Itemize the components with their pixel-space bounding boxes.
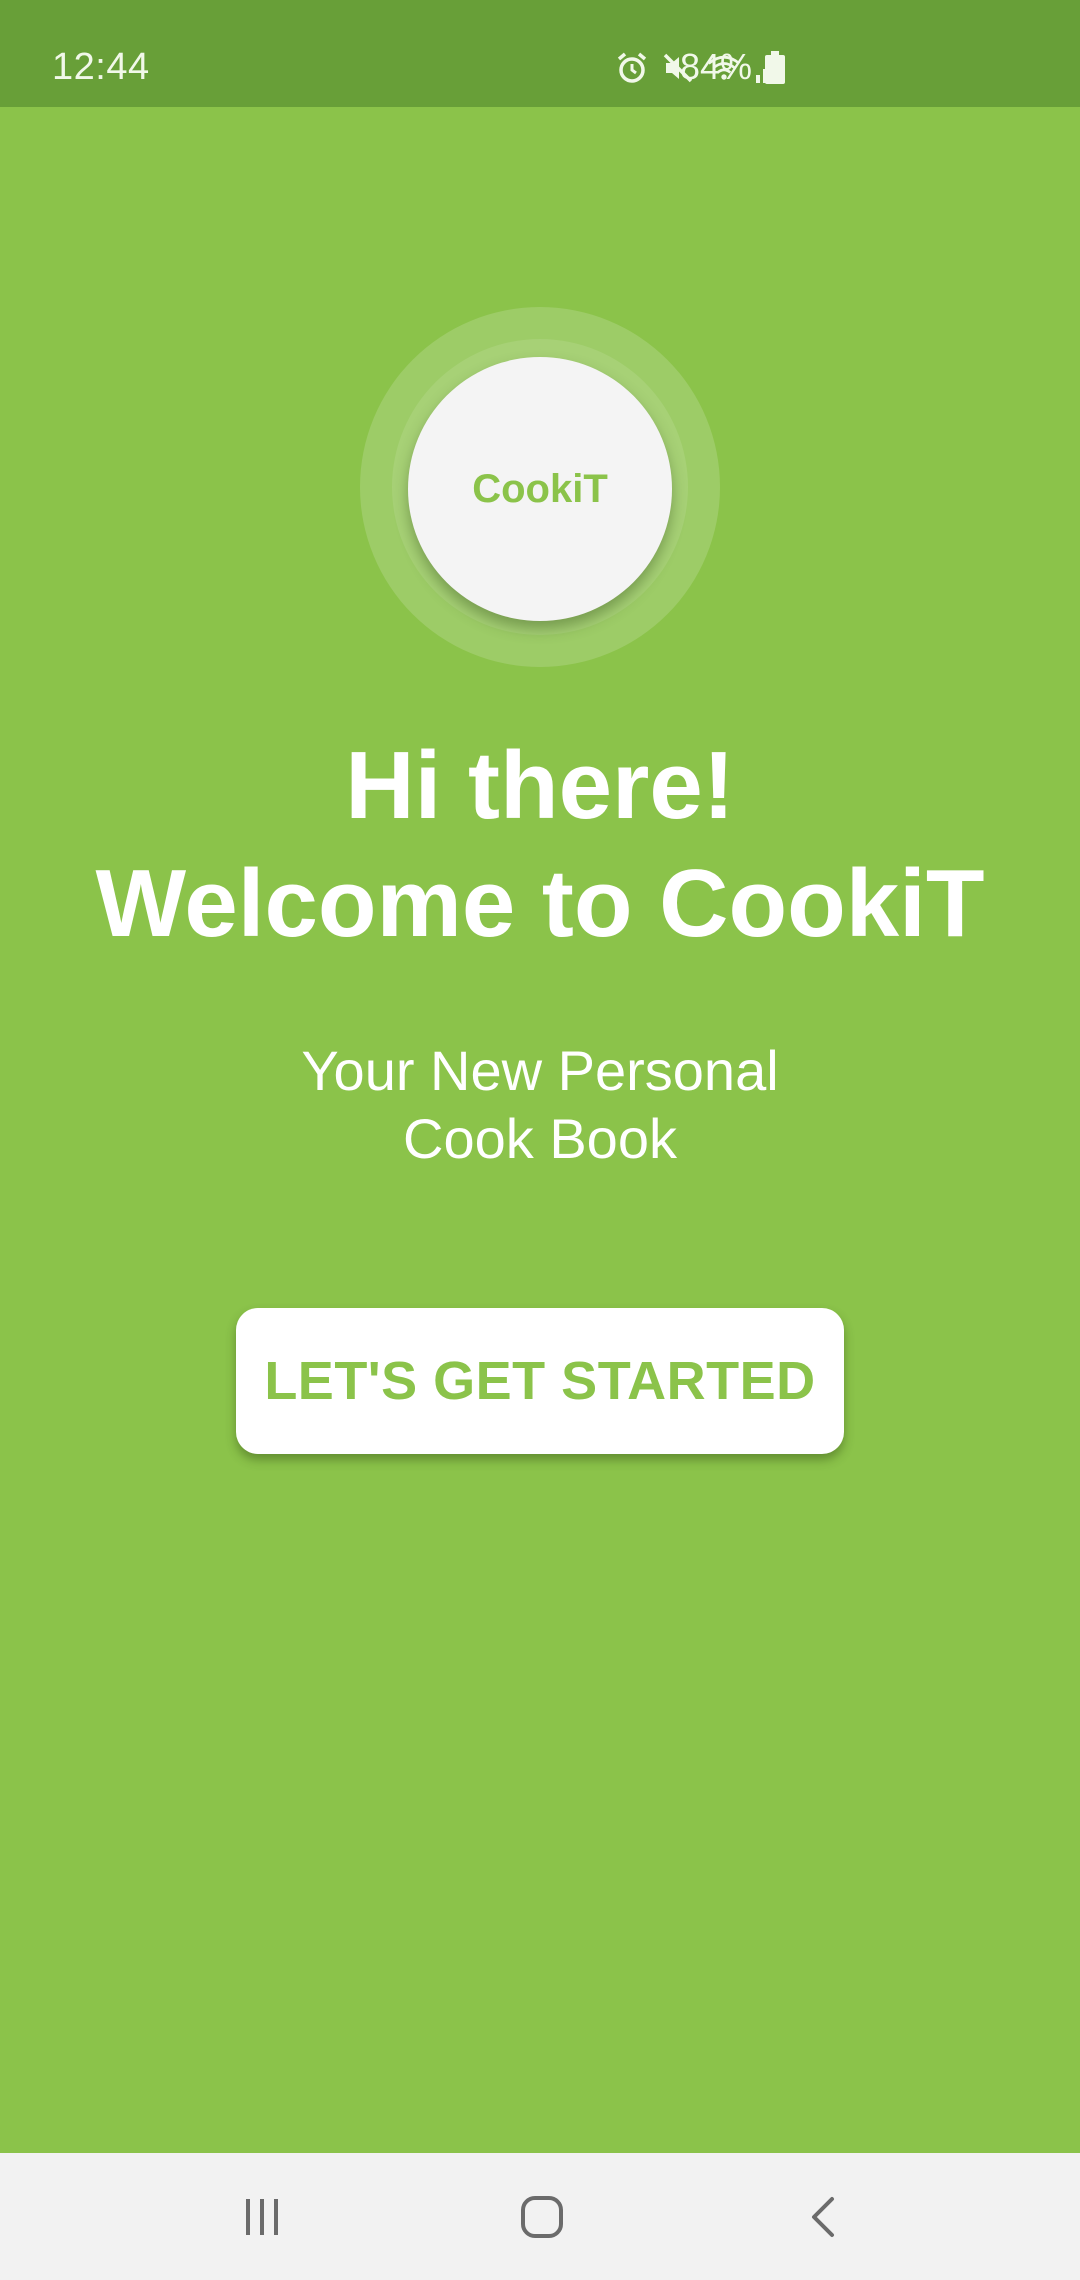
welcome-screen: CookiT Hi there! Welcome to CookiT Your …	[0, 107, 1080, 2153]
back-icon	[812, 2196, 834, 2237]
status-time: 12:44	[52, 46, 150, 88]
system-nav-bar	[0, 2153, 1080, 2280]
home-icon	[521, 2195, 563, 2238]
status-bar: 12:44 84%	[0, 0, 1080, 107]
subtitle-line-1: Your New Personal	[301, 1039, 779, 1102]
subtitle-line-2: Cook Book	[403, 1107, 677, 1170]
headline-line-2: Welcome to CookiT	[95, 850, 985, 957]
battery-percentage: 84%	[680, 46, 753, 87]
back-button[interactable]	[724, 2153, 924, 2280]
welcome-subtitle: Your New Personal Cook Book	[0, 1037, 1080, 1173]
logo-text: CookiT	[472, 466, 608, 511]
welcome-headline: Hi there! Welcome to CookiT	[0, 727, 1080, 963]
get-started-button[interactable]: LET'S GET STARTED	[236, 1308, 844, 1454]
headline-line-1: Hi there!	[345, 732, 735, 839]
recent-apps-icon	[246, 2198, 278, 2235]
app-logo: CookiT	[408, 357, 672, 621]
recent-apps-button[interactable]	[162, 2153, 362, 2280]
home-button[interactable]	[442, 2153, 642, 2280]
battery-icon	[765, 51, 785, 84]
alarm-icon	[614, 50, 650, 86]
